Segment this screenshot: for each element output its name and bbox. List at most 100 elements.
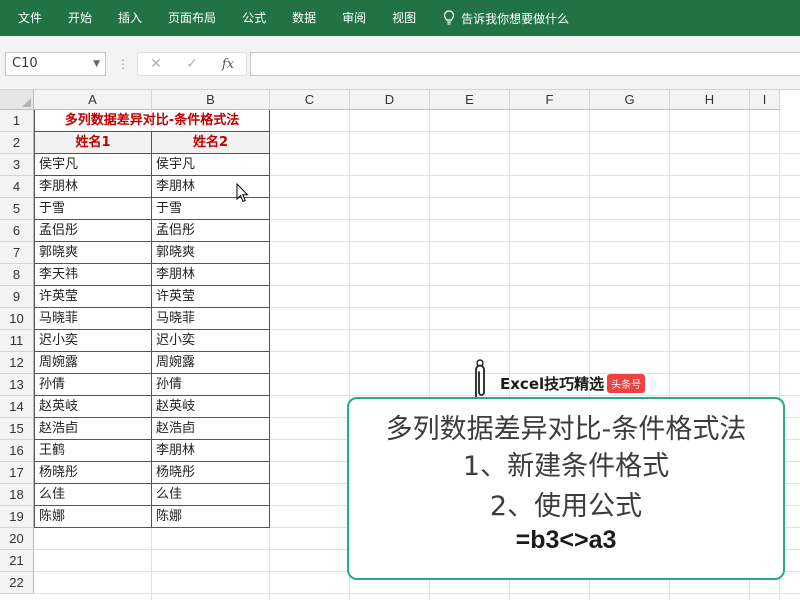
table-cell[interactable]: 侯宇凡 <box>152 154 270 176</box>
lightbulb-icon <box>444 10 455 25</box>
tip-title: 多列数据差异对比-条件格式法 <box>385 414 747 445</box>
row-header-14[interactable]: 14 <box>0 396 34 418</box>
table-cell[interactable]: 李朋林 <box>152 264 270 286</box>
table-cell[interactable]: 李朋林 <box>34 176 152 198</box>
row-header-19[interactable]: 19 <box>0 506 34 528</box>
cancel-icon[interactable]: ✕ <box>141 56 171 72</box>
formula-bar-grip-icon: ⋮ <box>117 57 129 71</box>
ribbon-tab-bar: 文件 开始 插入 页面布局 公式 数据 审阅 视图 告诉我你想要做什么 <box>0 0 800 36</box>
table-cell[interactable]: 孙倩 <box>34 374 152 396</box>
row-header-22[interactable]: 22 <box>0 572 34 594</box>
table-cell[interactable]: 孙倩 <box>152 374 270 396</box>
name-box-value: C10 <box>12 56 38 71</box>
table-cell[interactable]: 杨晓彤 <box>34 462 152 484</box>
table-cell[interactable]: 孟侣彤 <box>152 220 270 242</box>
name-box[interactable]: C10 ▼ <box>5 52 106 76</box>
table-header-cell[interactable]: 姓名1 <box>34 132 152 154</box>
table-cell[interactable]: 杨晓彤 <box>152 462 270 484</box>
table-cell[interactable]: 李朋林 <box>152 440 270 462</box>
mouse-pointer-icon <box>236 183 249 203</box>
tab-formulas[interactable]: 公式 <box>229 0 279 36</box>
tip-card: 多列数据差异对比-条件格式法 1、新建条件格式 2、使用公式 =b3<>a3 <box>347 397 785 580</box>
tip-step-1: 1、新建条件格式 <box>462 451 670 482</box>
table-cell[interactable]: 许英莹 <box>34 286 152 308</box>
tab-view[interactable]: 视图 <box>379 0 429 36</box>
row-header-2[interactable]: 2 <box>0 132 34 154</box>
tab-file[interactable]: 文件 <box>0 0 55 36</box>
table-cell[interactable]: 于雪 <box>34 198 152 220</box>
tip-step-2: 2、使用公式 <box>489 491 643 522</box>
brand-name: Excel技巧精选 <box>500 375 605 393</box>
table-cell[interactable]: 郭晓爽 <box>34 242 152 264</box>
tip-formula: =b3<>a3 <box>515 526 617 554</box>
table-cell[interactable]: 赵英岐 <box>152 396 270 418</box>
row-header-21[interactable]: 21 <box>0 550 34 572</box>
column-header-h[interactable]: H <box>670 90 750 110</box>
enter-icon[interactable]: ✓ <box>177 56 207 72</box>
table-cell[interactable]: 迟小奕 <box>34 330 152 352</box>
column-header-d[interactable]: D <box>350 90 430 110</box>
table-cell[interactable]: 孟侣彤 <box>34 220 152 242</box>
row-header-4[interactable]: 4 <box>0 176 34 198</box>
table-cell[interactable]: 郭晓爽 <box>152 242 270 264</box>
table-cell[interactable]: 陈娜 <box>34 506 152 528</box>
row-header-15[interactable]: 15 <box>0 418 34 440</box>
table-cell[interactable]: 周婉露 <box>152 352 270 374</box>
row-header-7[interactable]: 7 <box>0 242 34 264</box>
brand-badge: 头条号 <box>607 374 646 393</box>
table-cell[interactable]: 么佳 <box>152 484 270 506</box>
column-header-e[interactable]: E <box>430 90 510 110</box>
table-cell[interactable]: 李天祎 <box>34 264 152 286</box>
tab-page-layout[interactable]: 页面布局 <box>155 0 229 36</box>
column-header-f[interactable]: F <box>510 90 590 110</box>
table-cell[interactable]: 马晓菲 <box>152 308 270 330</box>
row-header-12[interactable]: 12 <box>0 352 34 374</box>
table-cell[interactable]: 迟小奕 <box>152 330 270 352</box>
tab-review[interactable]: 审阅 <box>329 0 379 36</box>
row-header-9[interactable]: 9 <box>0 286 34 308</box>
merged-title-cell[interactable]: 多列数据差异对比-条件格式法 <box>34 110 270 132</box>
table-cell[interactable]: 赵英岐 <box>34 396 152 418</box>
table-header-cell[interactable]: 姓名2 <box>152 132 270 154</box>
row-header-13[interactable]: 13 <box>0 374 34 396</box>
row-header-16[interactable]: 16 <box>0 440 34 462</box>
table-cell[interactable]: 马晓菲 <box>34 308 152 330</box>
row-header-6[interactable]: 6 <box>0 220 34 242</box>
row-header-20[interactable]: 20 <box>0 528 34 550</box>
formula-bar: C10 ▼ ⋮ ✕ ✓ fx <box>0 36 800 90</box>
table-cell[interactable]: 侯宇凡 <box>34 154 152 176</box>
table-cell[interactable]: 陈娜 <box>152 506 270 528</box>
column-header-a[interactable]: A <box>34 90 152 110</box>
column-header-i[interactable]: I <box>750 90 780 110</box>
insert-function-icon[interactable]: fx <box>213 57 243 72</box>
table-cell[interactable]: 赵浩卣 <box>34 418 152 440</box>
tab-data[interactable]: 数据 <box>279 0 329 36</box>
tell-me-label: 告诉我你想要做什么 <box>461 11 570 26</box>
gridline-horizontal <box>34 593 800 594</box>
table-cell[interactable]: 于雪 <box>152 198 270 220</box>
table-cell[interactable]: 赵浩卣 <box>152 418 270 440</box>
tab-home[interactable]: 开始 <box>55 0 105 36</box>
row-header-11[interactable]: 11 <box>0 330 34 352</box>
table-cell[interactable]: 么佳 <box>34 484 152 506</box>
table-cell[interactable]: 王鹤 <box>34 440 152 462</box>
table-cell[interactable]: 李朋林 <box>152 176 270 198</box>
row-header-10[interactable]: 10 <box>0 308 34 330</box>
table-cell[interactable]: 许英莹 <box>152 286 270 308</box>
table-cell[interactable]: 周婉露 <box>34 352 152 374</box>
row-header-18[interactable]: 18 <box>0 484 34 506</box>
row-header-3[interactable]: 3 <box>0 154 34 176</box>
column-header-b[interactable]: B <box>152 90 270 110</box>
select-all-triangle-icon <box>22 98 31 107</box>
formula-input[interactable] <box>250 52 800 76</box>
row-header-8[interactable]: 8 <box>0 264 34 286</box>
column-header-c[interactable]: C <box>270 90 350 110</box>
tab-insert[interactable]: 插入 <box>105 0 155 36</box>
chevron-down-icon[interactable]: ▼ <box>93 53 100 75</box>
select-all-button[interactable] <box>0 90 34 110</box>
row-header-1[interactable]: 1 <box>0 110 34 132</box>
row-header-17[interactable]: 17 <box>0 462 34 484</box>
row-header-5[interactable]: 5 <box>0 198 34 220</box>
column-header-g[interactable]: G <box>590 90 670 110</box>
tell-me-search[interactable]: 告诉我你想要做什么 <box>429 0 569 36</box>
